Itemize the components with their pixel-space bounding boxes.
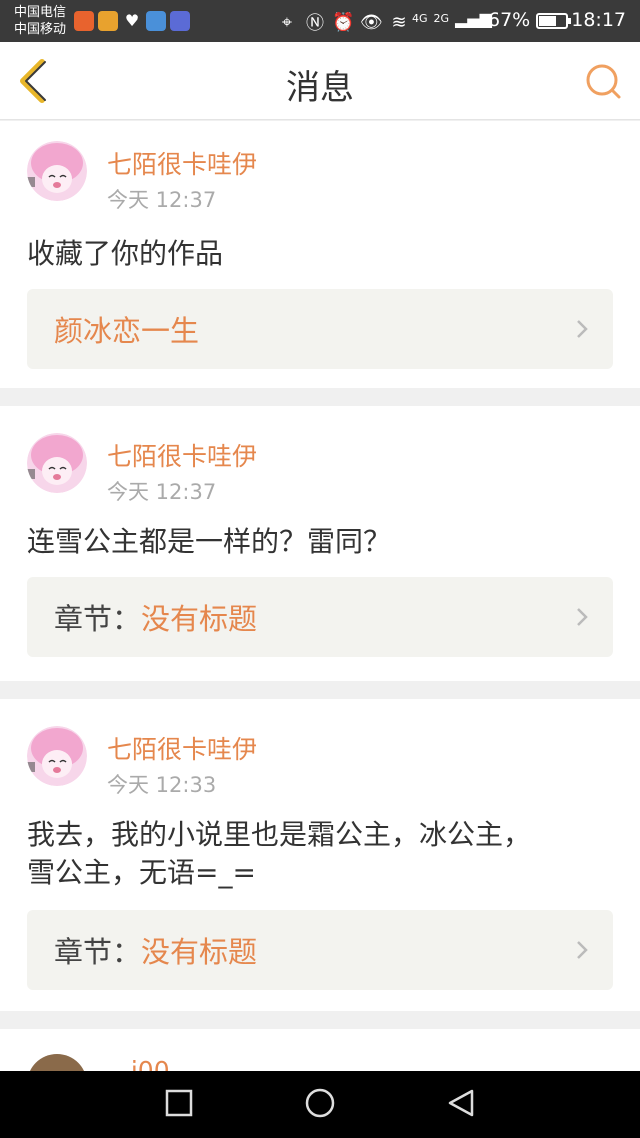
username[interactable]: 七陌很卡哇伊 [107,437,257,473]
message-card: ...j00 [0,1029,640,1071]
location-icon: ⌖ [281,11,293,33]
avatar[interactable] [27,141,87,201]
ref-prefix: 章节： [54,602,142,636]
nfc-icon: Ⓝ [306,13,324,34]
store-app-icon [146,11,166,31]
username[interactable]: 七陌很卡哇伊 [107,730,257,766]
wifi-icon: ≋ [391,11,407,33]
message-header: 七陌很卡哇伊 今天 12:33 [27,726,613,826]
battery-icon [536,13,571,29]
chevron-right-icon [577,941,588,959]
username[interactable]: ...j00 [107,1056,170,1071]
app-header: 消息 [0,42,640,120]
username[interactable]: 七陌很卡哇伊 [107,145,257,181]
avatar[interactable] [27,726,87,786]
carrier-2: 中国移动 [14,22,67,37]
battery-percent: 67% [488,9,531,31]
net-4g-label: 4G [412,12,428,25]
message-header: 七陌很卡哇伊 今天 12:37 [27,141,613,241]
search-button[interactable] [584,62,624,102]
status-bar: 中国电信 中国移动 ♥ ⌖ Ⓝ ⏰ 👁 ≋ 4G 2G ▂▄▆ 67% 18:1… [0,0,640,42]
triangle-back-icon[interactable] [446,1088,476,1118]
work-link[interactable]: 颜冰恋一生 [27,289,613,369]
message-card: 七陌很卡哇伊 今天 12:33 我去，我的小说里也是霜公主，冰公主， 雪公主，无… [0,699,640,1011]
network-icons: 4G 2G ▂▄▆ [412,9,492,28]
timestamp: 今天 12:33 [107,773,217,797]
ref-name: 没有标题 [141,935,258,969]
eye-icon: 👁 [360,11,383,33]
circle-icon[interactable] [303,1088,337,1122]
avatar[interactable] [27,433,87,493]
divider [0,681,640,699]
play-app-icon [170,11,190,31]
ref-name: 颜冰恋一生 [54,314,200,348]
message-feed[interactable]: 七陌很卡哇伊 今天 12:37 收藏了你的作品 颜冰恋一生 七陌很卡哇伊 今天 … [0,121,640,1071]
app-grid-icon [98,11,118,31]
video-app-icon [74,11,94,31]
alarm-icon: ⏰ [332,11,355,33]
search-icon [586,64,621,99]
ref-name: 没有标题 [141,602,258,636]
avatar[interactable] [27,1054,87,1071]
carrier-1: 中国电信 [14,5,67,20]
ref-prefix: 章节： [54,935,142,969]
chevron-right-icon [577,608,588,626]
system-nav-bar [0,1071,640,1138]
system-icons: ⌖ Ⓝ ⏰ 👁 ≋ [276,9,410,35]
signal-icon: ▂▄▆ [455,9,492,28]
timestamp: 今天 12:37 [107,188,217,212]
net-2g-label: 2G [433,12,450,25]
divider [0,1011,640,1029]
message-header: 七陌很卡哇伊 今天 12:37 [27,433,613,533]
carrier-labels: 中国电信 中国移动 [14,4,66,38]
square-icon[interactable] [164,1088,194,1118]
chapter-link[interactable]: 章节： 没有标题 [27,910,613,990]
page-title: 消息 [286,68,354,108]
timestamp: 今天 12:37 [107,480,217,504]
chevron-right-icon [577,320,588,338]
battery-fill [539,16,557,26]
message-card: 七陌很卡哇伊 今天 12:37 连雪公主都是一样的？雷同？ 章节： 没有标题 [0,406,640,681]
health-icon: ♥ [124,11,140,30]
message-card: 七陌很卡哇伊 今天 12:37 收藏了你的作品 颜冰恋一生 [0,121,640,388]
notification-icons: ♥ [74,11,190,31]
chapter-link[interactable]: 章节： 没有标题 [27,577,613,657]
divider [0,388,640,406]
clock: 18:17 [571,9,626,31]
message-line: 雪公主，无语=_= [27,856,256,889]
message-text: 我去，我的小说里也是霜公主，冰公主， 雪公主，无语=_= [27,816,613,892]
